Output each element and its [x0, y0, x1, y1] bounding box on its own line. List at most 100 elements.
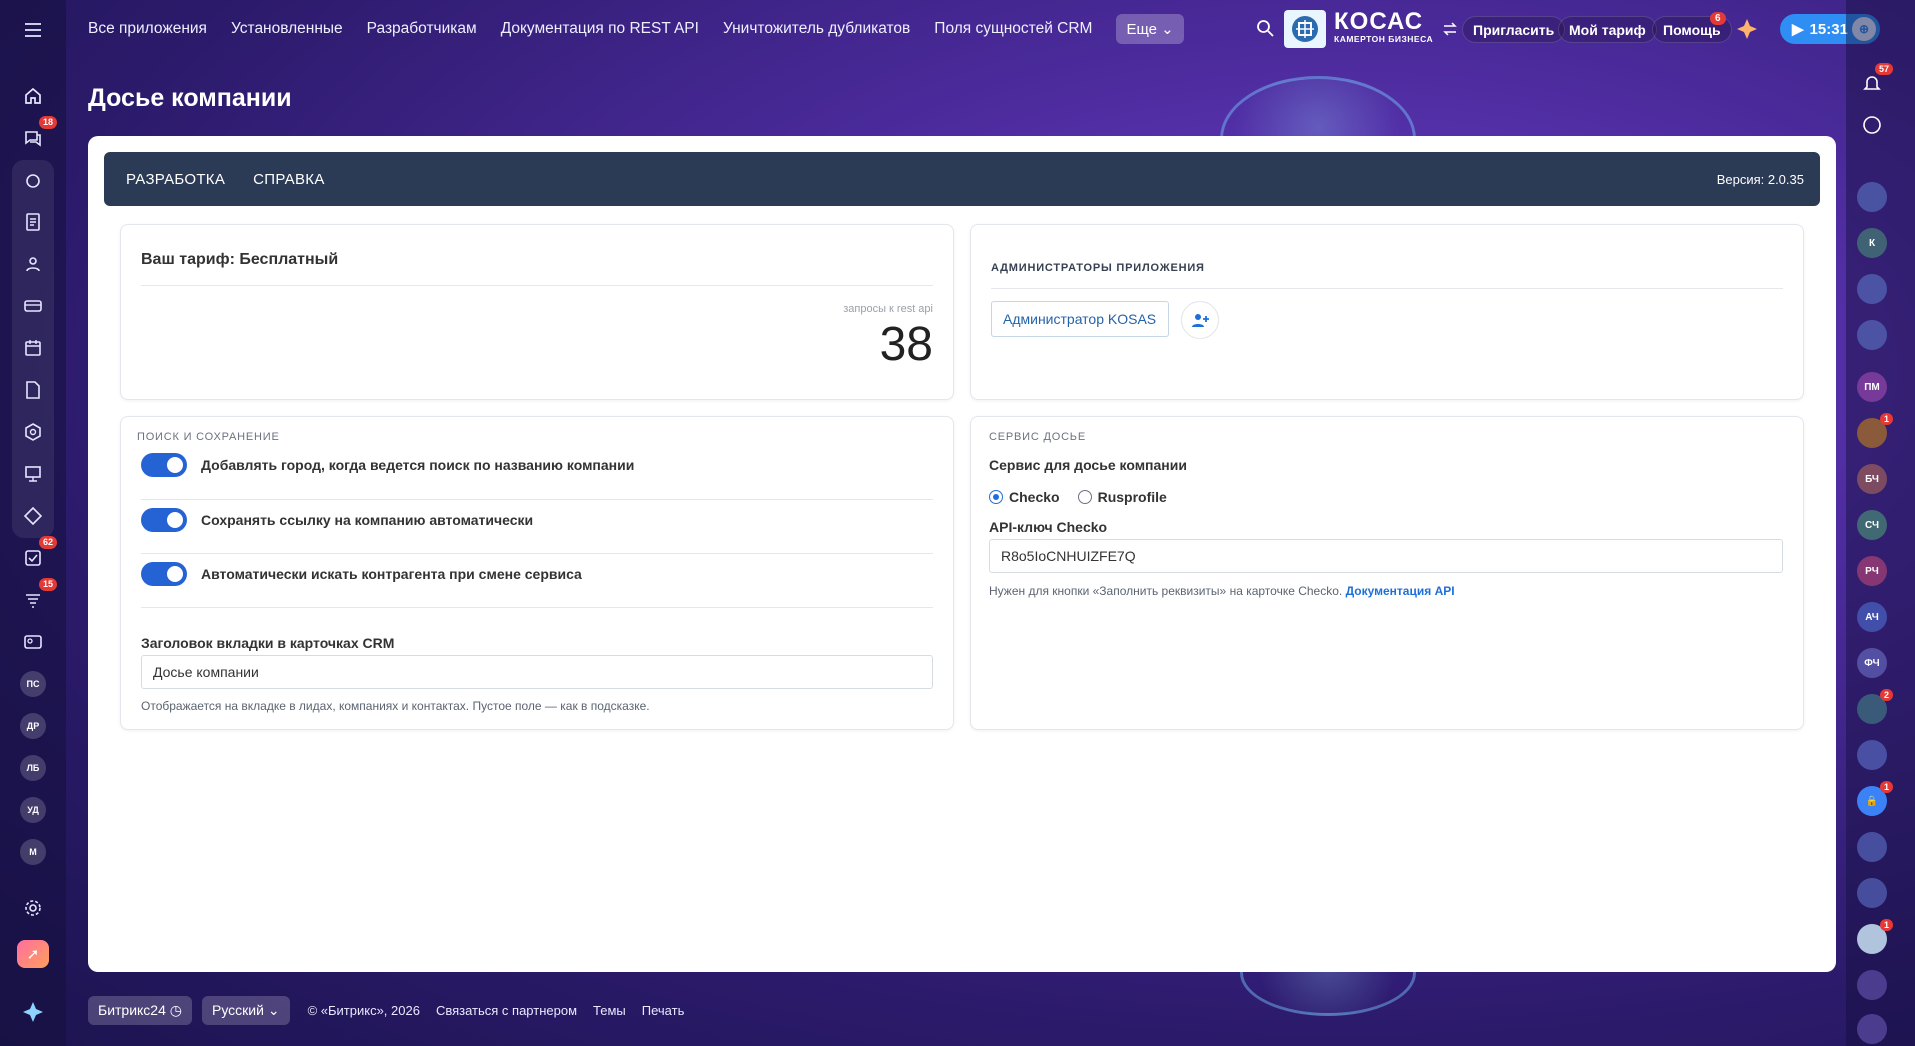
sidebar-item-m[interactable]: М: [17, 836, 49, 868]
avatar-badge: 1: [1879, 413, 1893, 425]
logo-title: КОСАС: [1334, 8, 1424, 35]
chat-icon[interactable]: 18: [17, 116, 57, 154]
tab-help[interactable]: СПРАВКА: [253, 171, 324, 188]
service-radio-group: Checko Rusprofile: [989, 489, 1167, 505]
tab-development[interactable]: РАЗРАБОТКА: [126, 171, 225, 188]
toggle-save-link[interactable]: Сохранять ссылку на компанию автоматичес…: [141, 506, 533, 534]
card-icon[interactable]: [17, 290, 49, 322]
api-key-input[interactable]: R8o5IoCNHUIZFE7Q: [989, 539, 1783, 573]
automation-icon[interactable]: [17, 500, 49, 532]
sidebar-item-ud[interactable]: УД: [17, 794, 49, 826]
bot-avatar-icon[interactable]: [1857, 740, 1887, 770]
calendar-icon[interactable]: [17, 332, 49, 364]
rest-requests-label: запросы к rest api: [843, 303, 933, 315]
company-logo[interactable]: КОСАС КАМЕРТОН БИЗНЕСА: [1334, 8, 1434, 45]
bot-avatar-icon[interactable]: [1857, 832, 1887, 862]
contact-ach[interactable]: АЧ: [1857, 602, 1887, 632]
avatar[interactable]: 1: [1857, 919, 1893, 954]
footer-link-print[interactable]: Печать: [642, 1003, 685, 1018]
nav-crm-fields[interactable]: Поля сущностей CRM: [934, 20, 1092, 38]
toggle-add-city[interactable]: Добавлять город, когда ведется поиск по …: [141, 451, 634, 479]
contacts-icon[interactable]: [17, 248, 49, 280]
star-icon[interactable]: [17, 996, 49, 1028]
bot-avatar-icon[interactable]: [1857, 878, 1887, 908]
lock-icon[interactable]: 🔒 1: [1857, 781, 1893, 816]
toggle-label: Добавлять город, когда ведется поиск по …: [201, 457, 635, 473]
logo-subtitle: КАМЕРТОН БИЗНЕСА: [1334, 34, 1434, 44]
nav-rest-docs[interactable]: Документация по REST API: [501, 20, 699, 38]
divider: [141, 499, 933, 500]
transfer-icon[interactable]: [1442, 21, 1458, 42]
contact-pm[interactable]: ПМ: [1857, 372, 1887, 402]
bookmark-icon[interactable]: [1857, 320, 1887, 350]
nav-more-button[interactable]: Еще ⌄: [1116, 14, 1184, 44]
openlines-icon[interactable]: [1857, 1014, 1887, 1044]
hexagon-icon[interactable]: [17, 416, 49, 448]
my-tariff-button[interactable]: Мой тариф: [1558, 16, 1657, 43]
menu-icon[interactable]: [17, 14, 49, 46]
sidebar-item-lb[interactable]: ЛБ: [17, 752, 49, 784]
add-user-icon: [1192, 314, 1209, 327]
openlines-icon[interactable]: [1857, 970, 1887, 1000]
document-icon[interactable]: [17, 206, 49, 238]
toggle-switch[interactable]: [141, 508, 187, 532]
contact-fch[interactable]: ФЧ: [1857, 648, 1887, 678]
contact-sch[interactable]: СЧ: [1857, 510, 1887, 540]
document-icon[interactable]: [1857, 274, 1887, 304]
service-panel: СЕРВИС ДОСЬЕ Сервис для досье компании C…: [970, 416, 1804, 730]
invite-button[interactable]: Пригласить: [1462, 16, 1566, 43]
play-icon: ▶: [1792, 21, 1804, 38]
file-icon[interactable]: [17, 374, 49, 406]
version-label: Версия: 2.0.35: [1716, 172, 1804, 187]
divider: [141, 553, 933, 554]
nav-installed[interactable]: Установленные: [231, 20, 343, 38]
avatar[interactable]: 2: [1857, 689, 1893, 724]
contact-bch[interactable]: БЧ: [1857, 464, 1887, 494]
nav-all-apps[interactable]: Все приложения: [88, 20, 207, 38]
presentation-icon[interactable]: [17, 458, 49, 490]
add-admin-button[interactable]: [1181, 301, 1219, 339]
tariff-title: Ваш тариф: Бесплатный: [141, 251, 339, 268]
feed-icon[interactable]: 15: [17, 578, 57, 616]
avatar-badge: 2: [1879, 689, 1893, 701]
nav-developers[interactable]: Разработчикам: [367, 20, 477, 38]
chat-icon[interactable]: [1857, 182, 1887, 212]
contact-rch[interactable]: РЧ: [1857, 556, 1887, 586]
sidebar-item-ps[interactable]: ПС: [17, 668, 49, 700]
sidebar-item-label: ЛБ: [20, 755, 46, 781]
toggle-switch[interactable]: [141, 562, 187, 586]
tab-title-input[interactable]: Досье компании: [141, 655, 933, 689]
settings-icon[interactable]: [17, 892, 49, 924]
left-sidebar: 18 62 15 ПС ДР ЛБ УД М ➚: [0, 0, 66, 1046]
admin-chip[interactable]: Администратор KOSAS: [991, 301, 1169, 337]
radio-label: Checko: [1009, 489, 1060, 505]
toggle-label: Автоматически искать контрагента при сме…: [201, 566, 582, 582]
search-chat-icon[interactable]: [1857, 110, 1887, 140]
toggle-switch[interactable]: [141, 453, 187, 477]
api-docs-link[interactable]: Документация API: [1346, 584, 1455, 598]
rocket-icon[interactable]: ➚: [17, 938, 49, 970]
sidebar-item-dr[interactable]: ДР: [17, 710, 49, 742]
notifications-icon[interactable]: 57: [1857, 63, 1893, 98]
language-select[interactable]: Русский ⌄: [202, 995, 290, 1025]
help-badge: 6: [1710, 12, 1726, 25]
crm-icon[interactable]: [17, 165, 49, 197]
copilot-icon[interactable]: [1736, 18, 1758, 45]
radio-rusprofile[interactable]: [1077, 490, 1092, 504]
brand-button[interactable]: Битрикс24 ◷: [88, 995, 192, 1025]
avatar[interactable]: 1: [1857, 413, 1893, 448]
toggle-auto-search[interactable]: Автоматически искать контрагента при сме…: [141, 560, 582, 588]
tab-title-hint: Отображается на вкладке в лидах, компани…: [141, 699, 650, 713]
search-icon[interactable]: [1256, 19, 1276, 39]
contact-k[interactable]: К: [1857, 228, 1887, 258]
radio-checko[interactable]: [989, 490, 1003, 504]
nav-duplicate-remover[interactable]: Уничтожитель дубликатов: [723, 20, 910, 38]
profile-card-icon[interactable]: [17, 626, 49, 658]
footer-link-partner[interactable]: Связаться с партнером: [436, 1003, 577, 1018]
company-logo-icon[interactable]: [1284, 10, 1326, 48]
home-icon[interactable]: [17, 80, 49, 112]
api-key-hint-text: Нужен для кнопки «Заполнить реквизиты» н…: [989, 584, 1343, 598]
search-save-panel: ПОИСК И СОХРАНЕНИЕ Добавлять город, когд…: [120, 416, 954, 730]
tasks-icon[interactable]: 62: [17, 536, 57, 574]
footer-link-themes[interactable]: Темы: [593, 1003, 626, 1018]
